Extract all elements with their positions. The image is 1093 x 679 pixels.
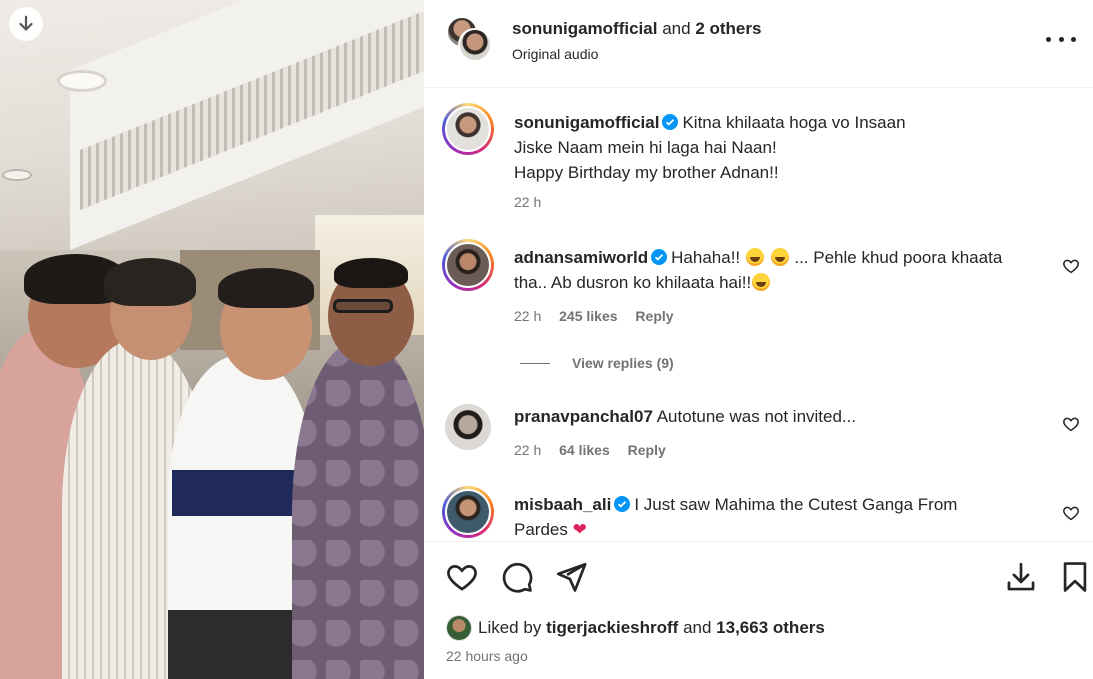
comment-username[interactable]: misbaah_ali [514,495,611,514]
comment-username[interactable]: sonunigamofficial [514,113,659,132]
likes-summary: Liked by tigerjackieshroff and 13,663 ot… [446,615,825,641]
dot-icon [1071,36,1076,42]
post-authors: sonunigamofficial and 2 others [512,19,761,39]
like-comment-button[interactable] [1062,257,1080,275]
comment-body: Hahaha!! [671,248,741,267]
caption-line: Jiske Naam mein hi laga hai Naan! [514,138,777,157]
save-button[interactable] [1058,560,1092,594]
joy-emoji-icon [752,273,771,291]
like-comment-button[interactable] [1062,504,1080,522]
comment-text: misbaah_ali I Just saw Mahima the Cutest … [514,492,1054,541]
caption-line: Kitna khilaata hoga vo Insaan [682,113,906,132]
rofl-emoji-icon [745,248,764,266]
post-video[interactable] [0,0,424,679]
author-username[interactable]: sonunigamofficial [512,19,657,38]
comment-meta: 22 h 245 likes Reply [514,308,688,324]
comment-meta: 22 h [514,194,555,210]
more-options-button[interactable] [1046,30,1076,48]
comment-username[interactable]: pranavpanchal07 [514,407,653,426]
replies-divider [520,362,550,364]
dot-icon [1058,36,1064,42]
heart-icon [1063,417,1079,432]
others-link[interactable]: 2 others [695,19,761,38]
video-scene-light [4,171,30,179]
avatar[interactable] [442,239,494,291]
video-download-button[interactable] [9,7,43,41]
comment-bubble-icon [502,563,533,593]
post-header: sonunigamofficial and 2 others Original … [424,0,1093,88]
comment-likes[interactable]: 64 likes [559,442,610,458]
avatar[interactable] [446,615,472,641]
audio-link[interactable]: Original audio [512,46,598,62]
bookmark-icon [1063,562,1087,592]
avatar[interactable] [442,103,494,155]
avatar[interactable] [445,404,491,450]
and-text: and [683,618,712,637]
likes-others-link[interactable]: 13,663 others [716,618,825,638]
person-hair [104,258,196,306]
verified-badge-icon [651,249,668,265]
person-hair [334,258,408,288]
heart-icon [447,565,477,591]
arrow-down-icon [19,15,33,31]
comment-body: Pardes [514,520,568,539]
comment-likes[interactable]: 245 likes [559,308,617,324]
comment-username[interactable]: adnansamiworld [514,248,648,267]
comment-body: I Just saw Mahima the Cutest Ganga From [634,495,958,514]
dot-icon [1046,36,1051,42]
post-detail-panel: sonunigamofficial and 2 others Original … [424,0,1093,679]
share-button[interactable] [554,560,588,594]
heart-icon [1063,259,1079,274]
comment-time: 22 h [514,194,542,210]
caption-line: Happy Birthday my brother Adnan!! [514,163,779,182]
person-pants [168,610,298,679]
avatar[interactable] [442,486,494,538]
comment-button[interactable] [500,560,534,594]
comment-body: Autotune was not invited... [656,407,857,426]
and-text: and [662,19,691,38]
reply-button[interactable]: Reply [635,308,673,324]
download-button[interactable] [1004,560,1038,594]
comment-meta: 22 h 64 likes Reply [514,442,680,458]
liker-username[interactable]: tigerjackieshroff [546,618,678,638]
comment-time: 22 h [514,308,542,324]
video-scene-light [60,73,104,89]
heart-icon [1063,506,1079,521]
comments-list[interactable]: sonunigamofficial Kitna khilaata hoga vo … [424,89,1093,541]
person-glasses [333,299,393,313]
red-heart-emoji-icon: ❤ [572,520,587,540]
caption-text: sonunigamofficial Kitna khilaata hoga vo … [514,110,1054,185]
comment-text: pranavpanchal07 Autotune was not invited… [514,404,1054,429]
view-replies-button[interactable]: View replies (9) [520,355,674,371]
post-timestamp[interactable]: 22 hours ago [446,648,528,664]
collab-avatars[interactable] [446,16,492,62]
comment-body: tha.. Ab dusron ko khilaata hai!! [514,273,752,292]
paper-plane-icon [556,562,587,592]
comment-text: adnansamiworld Hahaha!! ... Pehle khud po… [514,245,1054,295]
view-replies-label: View replies (9) [572,355,674,371]
avatar[interactable] [458,28,492,62]
person-hair [218,268,314,308]
like-button[interactable] [445,560,479,594]
comment-body: ... Pehle khud poora khaata [794,248,1003,267]
verified-badge-icon [662,114,679,130]
person-body [292,340,424,679]
reply-button[interactable]: Reply [628,442,666,458]
verified-badge-icon [614,496,631,512]
download-icon [1007,562,1035,591]
comment-time: 22 h [514,442,542,458]
rofl-emoji-icon [770,248,789,266]
like-comment-button[interactable] [1062,415,1080,433]
liked-by-label: Liked by [478,618,542,637]
